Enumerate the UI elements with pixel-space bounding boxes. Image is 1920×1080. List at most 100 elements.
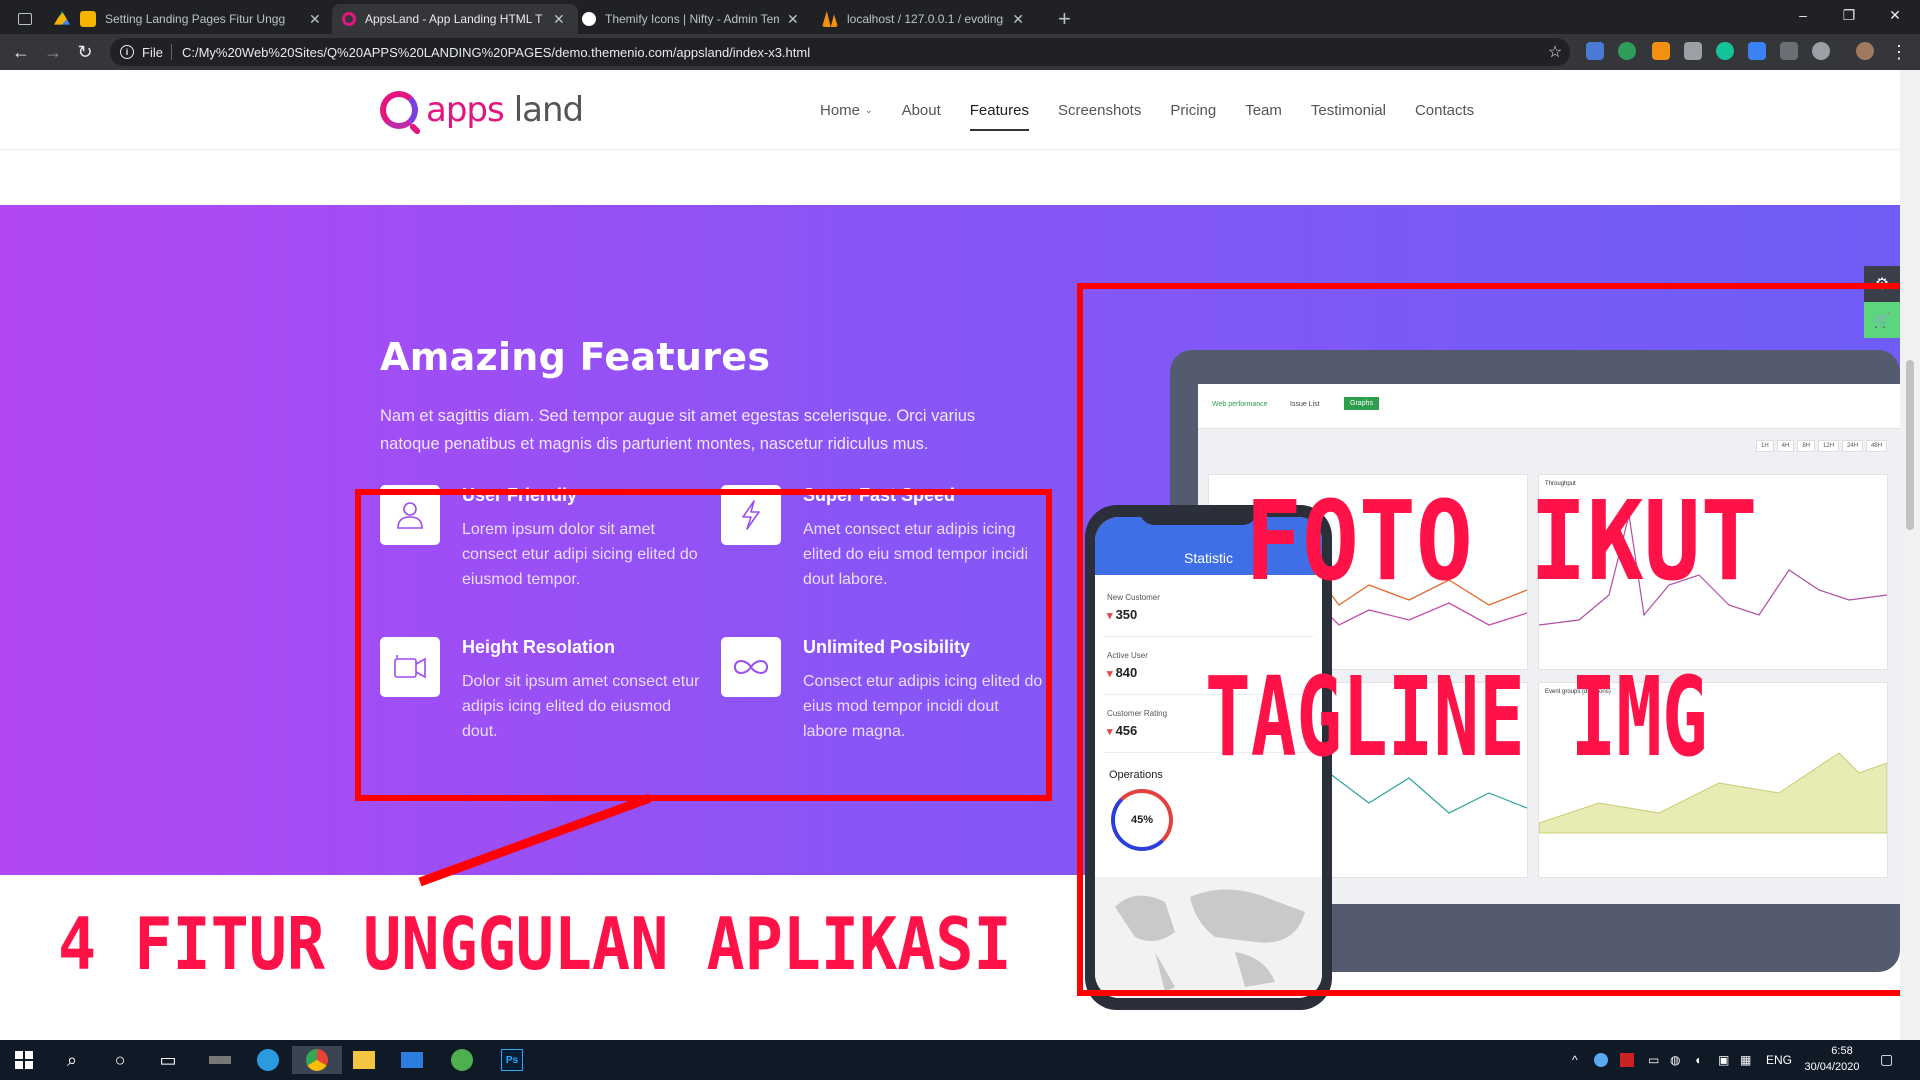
logo-word-land: land xyxy=(513,90,584,130)
chrome-icon xyxy=(306,1049,328,1071)
mail-app[interactable] xyxy=(398,1046,426,1074)
image-highlight-box xyxy=(1077,283,1900,996)
windows-taskbar: ⌕ ○ ▭ Ps ^ ▭ ◍ ◖ ▣ ▦ ENG 6:58 30/04/2020… xyxy=(0,1040,1920,1080)
volume-icon[interactable]: ◖ xyxy=(1694,1053,1701,1067)
cortana-button[interactable]: ○ xyxy=(106,1046,134,1074)
clock-date[interactable]: 30/04/2020 xyxy=(1802,1061,1862,1073)
site-logo[interactable]: apps land xyxy=(380,90,584,130)
chevron-down-icon: ⌄ xyxy=(865,104,873,115)
extension-off-icon[interactable] xyxy=(1652,42,1670,60)
security-icon[interactable]: ▣ xyxy=(1718,1053,1729,1067)
features-annotation-label: 4 FITUR UNGGULAN APLIKASI xyxy=(58,902,1012,986)
tab-appsland[interactable]: AppsLand - App Landing HTML T ✕ xyxy=(332,4,578,34)
nav-label: Home xyxy=(820,101,861,119)
nav-team[interactable]: Team xyxy=(1245,70,1282,150)
start-button[interactable] xyxy=(10,1046,38,1074)
battery-icon[interactable]: ▭ xyxy=(1648,1053,1659,1067)
edge-icon xyxy=(257,1049,279,1071)
nav-testimonial[interactable]: Testimonial xyxy=(1311,70,1386,150)
scheme-label: File xyxy=(142,44,163,60)
download-extension-icon[interactable] xyxy=(1748,42,1766,60)
clock-time[interactable]: 6:58 xyxy=(1822,1045,1862,1057)
nav-label: Contacts xyxy=(1414,101,1475,119)
themify-favicon-icon xyxy=(582,12,596,26)
task-view-button[interactable]: ▭ xyxy=(154,1046,182,1074)
tab-close-icon[interactable]: ✕ xyxy=(787,11,799,28)
back-button[interactable]: ← xyxy=(10,41,32,63)
section-lead: Nam et sagittis diam. Sed tempor augue s… xyxy=(380,407,976,453)
photoshop-app[interactable]: Ps xyxy=(498,1046,526,1074)
pinned-drive-tab[interactable] xyxy=(44,4,70,34)
tab-title: Setting Landing Pages Fitur Ungg xyxy=(105,12,286,26)
tab-title: Themify Icons | Nifty - Admin Tem xyxy=(605,12,779,26)
browser-app[interactable] xyxy=(448,1046,476,1074)
tab-search-button[interactable] xyxy=(8,4,42,34)
new-tab-button[interactable]: + xyxy=(1048,4,1078,34)
page-scrollbar[interactable] xyxy=(1900,70,1920,1040)
language-indicator[interactable]: ENG xyxy=(1766,1053,1792,1067)
info-icon[interactable]: i xyxy=(120,45,134,59)
mail-icon xyxy=(401,1052,423,1068)
browser-menu-button[interactable]: ⋮ xyxy=(1888,41,1910,63)
nav-home[interactable]: Home ⌄ xyxy=(820,70,873,150)
profile-avatar[interactable] xyxy=(1856,42,1874,60)
extension-new-icon[interactable] xyxy=(1586,42,1604,60)
extension-icon[interactable] xyxy=(1684,42,1702,60)
tab-search-icon xyxy=(18,13,32,25)
chrome-app[interactable] xyxy=(292,1046,342,1074)
tab-title: AppsLand - App Landing HTML T xyxy=(365,12,543,26)
nav-features[interactable]: Features xyxy=(969,70,1030,150)
tray-app-icon[interactable] xyxy=(1620,1053,1634,1067)
browser-toolbar: ← → ↻ i File C:/My%20Web%20Sites/Q%20APP… xyxy=(0,34,1920,70)
explorer-app[interactable] xyxy=(350,1046,378,1074)
tab-setting-landing[interactable]: Setting Landing Pages Fitur Ungg ✕ xyxy=(70,4,332,34)
url-text[interactable]: C:/My%20Web%20Sites/Q%20APPS%20LANDING%2… xyxy=(182,45,810,60)
notifications-icon[interactable]: ▢ xyxy=(1880,1051,1893,1068)
tab-favicon-icon xyxy=(80,11,96,27)
search-button[interactable]: ⌕ xyxy=(58,1046,86,1074)
grammarly-icon[interactable] xyxy=(1716,42,1734,60)
appsland-favicon-icon xyxy=(342,12,356,26)
folder-icon xyxy=(353,1051,375,1069)
tray-app-icon[interactable]: ▦ xyxy=(1740,1053,1751,1067)
tab-close-icon[interactable]: ✕ xyxy=(309,11,321,28)
reload-button[interactable]: ↻ xyxy=(74,41,96,63)
annotation-arrow-line xyxy=(418,793,652,887)
close-window-button[interactable]: ✕ xyxy=(1872,0,1918,30)
forward-button[interactable]: → xyxy=(42,41,64,63)
logo-word-apps: apps xyxy=(426,90,505,130)
nav-label: About xyxy=(901,101,941,119)
tab-title: localhost / 127.0.0.1 / evotingpki xyxy=(847,12,1005,26)
google-drive-icon xyxy=(54,11,70,25)
divider xyxy=(170,44,172,60)
taskbar-app[interactable] xyxy=(206,1046,234,1074)
photoshop-icon: Ps xyxy=(501,1049,523,1071)
bookmark-star-button[interactable]: ☆ xyxy=(1544,41,1566,63)
extension-icon[interactable] xyxy=(1812,42,1830,60)
tray-app-icon[interactable] xyxy=(1594,1053,1608,1067)
site-header: apps land Home ⌄ About Features Screensho… xyxy=(0,70,1900,150)
network-icon[interactable]: ◍ xyxy=(1670,1053,1680,1067)
nav-label: Pricing xyxy=(1170,101,1217,119)
address-bar[interactable]: i File C:/My%20Web%20Sites/Q%20APPS%20LA… xyxy=(110,38,1570,66)
tab-phpmyadmin[interactable]: localhost / 127.0.0.1 / evotingpki ✕ xyxy=(812,4,1034,34)
tab-close-icon[interactable]: ✕ xyxy=(553,11,565,28)
tab-themify[interactable]: Themify Icons | Nifty - Admin Tem ✕ xyxy=(572,4,812,34)
extension-icon[interactable] xyxy=(1780,42,1798,60)
tray-chevron-icon[interactable]: ^ xyxy=(1572,1053,1578,1067)
nav-contacts[interactable]: Contacts xyxy=(1415,70,1474,150)
tab-close-icon[interactable]: ✕ xyxy=(1012,11,1024,28)
edge-app[interactable] xyxy=(254,1046,282,1074)
nav-screenshots[interactable]: Screenshots xyxy=(1058,70,1141,150)
scrollbar-thumb[interactable] xyxy=(1906,360,1914,530)
globe-icon xyxy=(451,1049,473,1071)
windows-logo-icon xyxy=(15,1051,33,1069)
extension-icon[interactable] xyxy=(1618,42,1636,60)
nav-label: Testimonial xyxy=(1310,101,1386,119)
reload-icon: ↻ xyxy=(77,41,93,62)
image-annotation-line2: TAGLINE IMG xyxy=(1205,653,1708,781)
nav-about[interactable]: About xyxy=(902,70,941,150)
restore-button[interactable]: ❐ xyxy=(1826,0,1872,30)
nav-pricing[interactable]: Pricing xyxy=(1170,70,1216,150)
minimize-button[interactable]: – xyxy=(1780,0,1826,30)
